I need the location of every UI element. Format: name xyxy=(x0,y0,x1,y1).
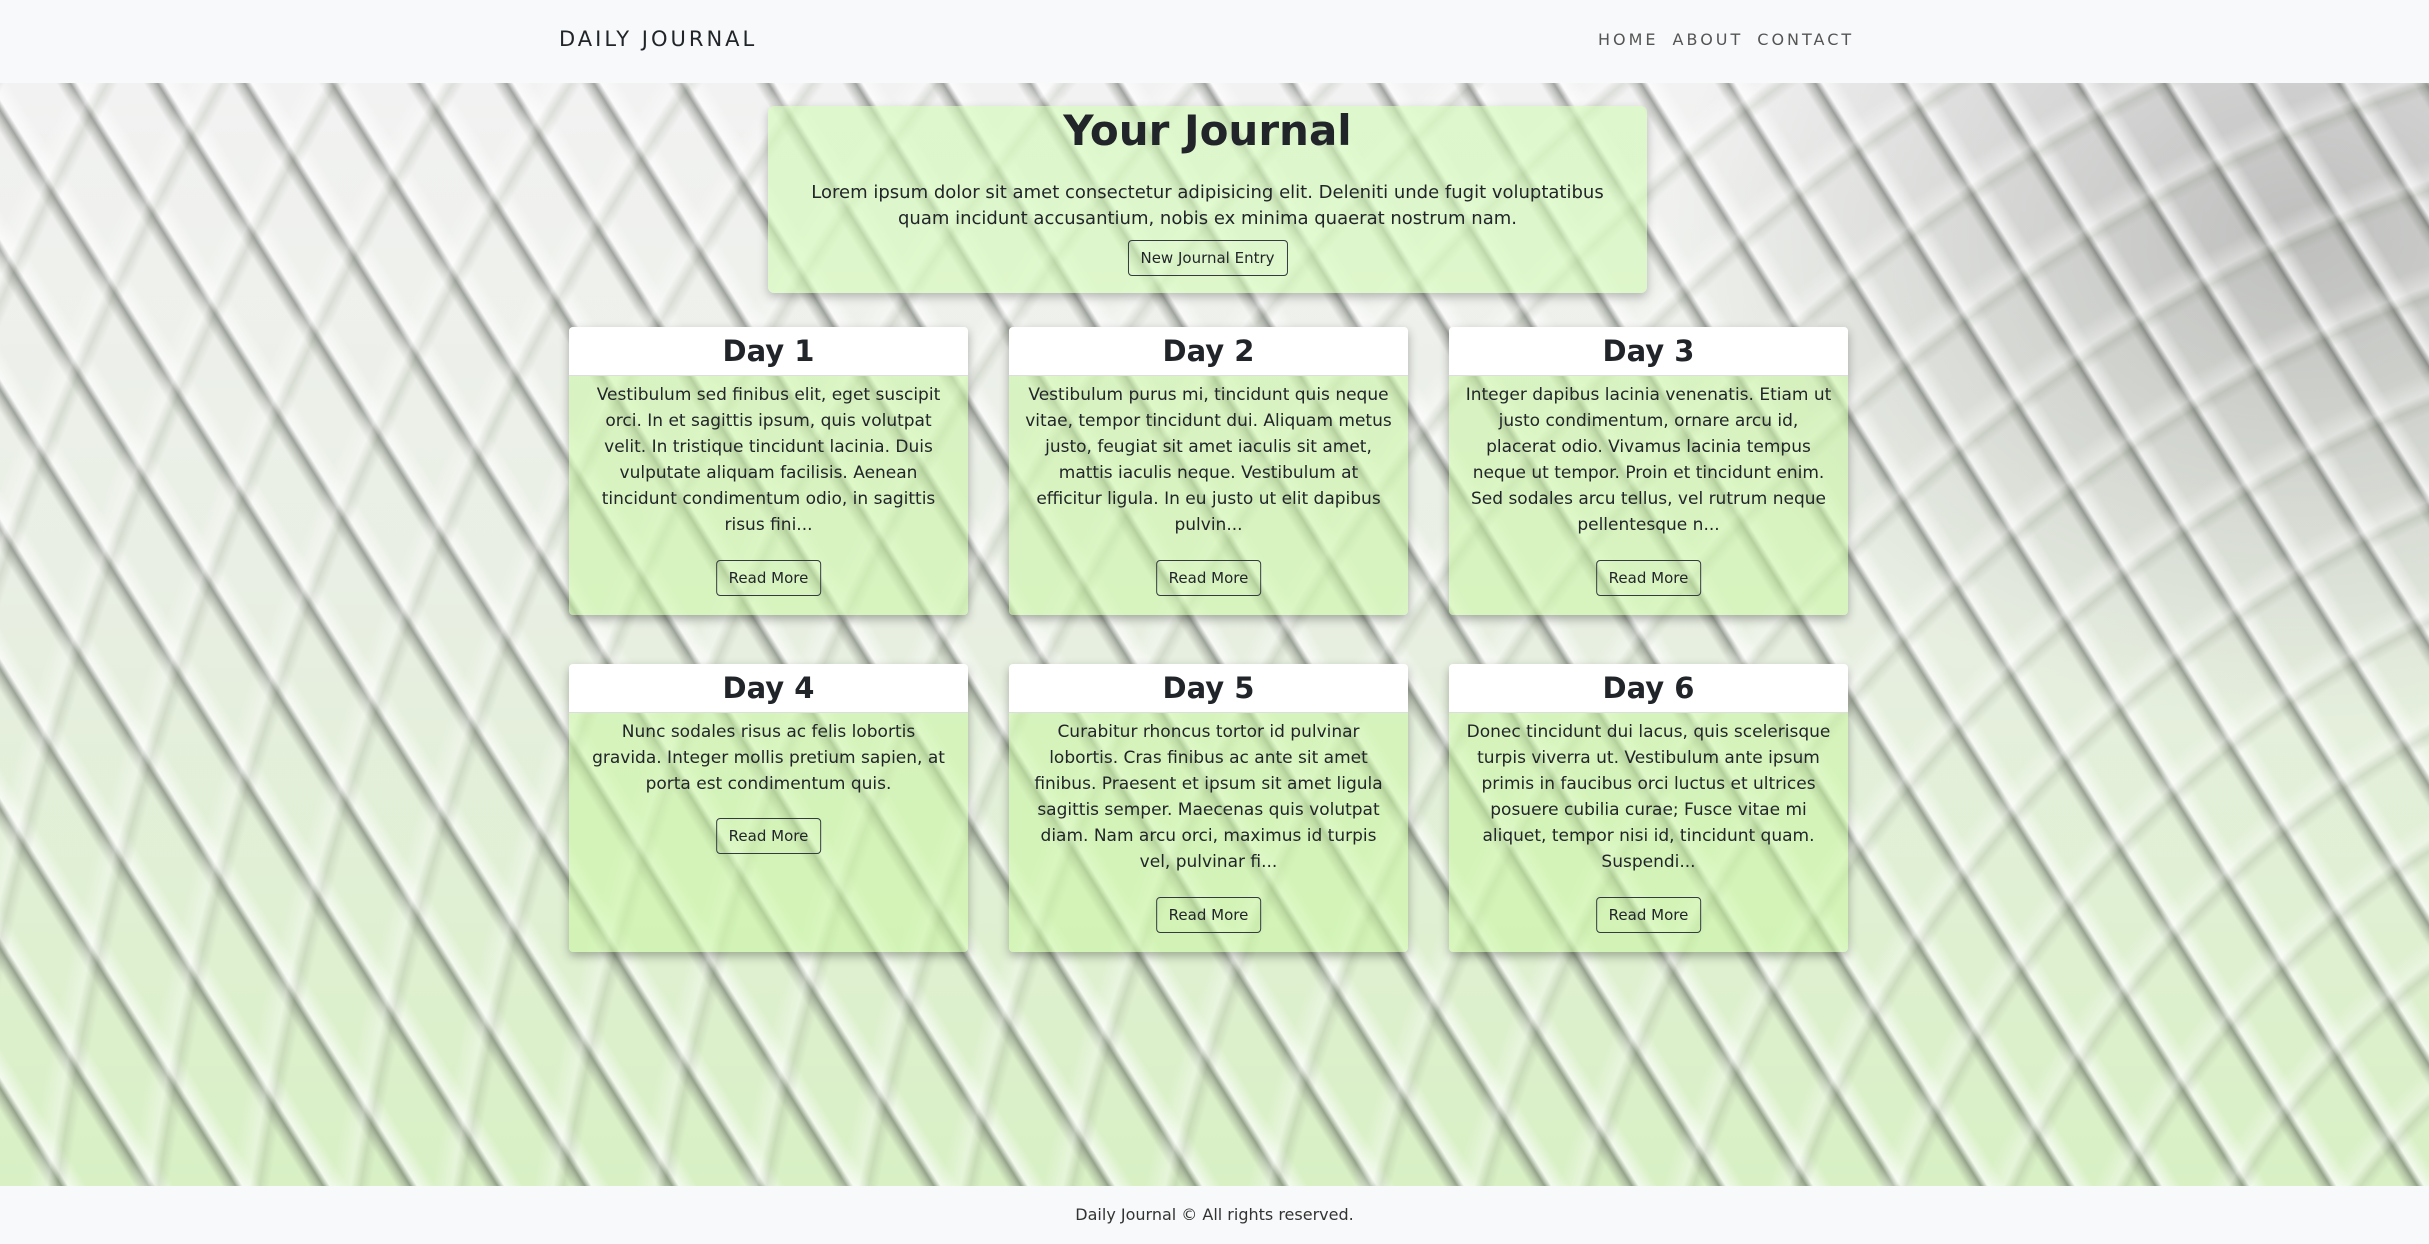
nav-links: HOME ABOUT CONTACT xyxy=(1598,30,1868,49)
card-excerpt: Integer dapibus lacinia venenatis. Etiam… xyxy=(1465,385,1832,535)
card-excerpt: Donec tincidunt dui lacus, quis sceleris… xyxy=(1466,722,1831,872)
card-title: Day 5 xyxy=(1162,671,1255,705)
card-excerpt: Vestibulum sed finibus elit, eget suscip… xyxy=(596,385,941,535)
journal-card-day-3: Day 3 Integer dapibus lacinia venenatis.… xyxy=(1449,327,1848,615)
navbar: DAILY JOURNAL HOME ABOUT CONTACT xyxy=(0,0,2429,83)
read-more-button[interactable]: Read More xyxy=(1595,560,1702,596)
read-more-button[interactable]: Read More xyxy=(1155,897,1262,933)
card-header: Day 3 xyxy=(1449,327,1848,376)
card-title: Day 3 xyxy=(1602,334,1695,368)
journal-card-day-4: Day 4 Nunc sodales risus ac felis lobort… xyxy=(569,664,968,952)
card-excerpt: Vestibulum purus mi, tincidunt quis nequ… xyxy=(1025,385,1392,535)
card-header: Day 6 xyxy=(1449,664,1848,713)
card-excerpt: Curabitur rhoncus tortor id pulvinar lob… xyxy=(1034,722,1383,872)
read-more-button[interactable]: Read More xyxy=(1155,560,1262,596)
footer-copyright: Daily Journal © All rights reserved. xyxy=(1075,1205,1354,1224)
card-title: Day 1 xyxy=(722,334,815,368)
journal-card-day-5: Day 5 Curabitur rhoncus tortor id pulvin… xyxy=(1009,664,1408,952)
card-title: Day 2 xyxy=(1162,334,1255,368)
journal-card-day-6: Day 6 Donec tincidunt dui lacus, quis sc… xyxy=(1449,664,1848,952)
read-more-button[interactable]: Read More xyxy=(1595,897,1702,933)
read-more-button[interactable]: Read More xyxy=(715,818,822,854)
card-header: Day 2 xyxy=(1009,327,1408,376)
journal-card-day-1: Day 1 Vestibulum sed finibus elit, eget … xyxy=(569,327,968,615)
nav-link-about[interactable]: ABOUT xyxy=(1673,30,1744,49)
nav-link-home[interactable]: HOME xyxy=(1598,30,1659,49)
new-journal-entry-button[interactable]: New Journal Entry xyxy=(1127,240,1288,276)
page-title: Your Journal xyxy=(1063,106,1352,155)
hero-panel: Your Journal Lorem ipsum dolor sit amet … xyxy=(768,106,1647,293)
journal-card-day-2: Day 2 Vestibulum purus mi, tincidunt qui… xyxy=(1009,327,1408,615)
hero-description: Lorem ipsum dolor sit amet consectetur a… xyxy=(811,182,1604,229)
card-header: Day 1 xyxy=(569,327,968,376)
nav-link-contact[interactable]: CONTACT xyxy=(1757,30,1854,49)
read-more-button[interactable]: Read More xyxy=(715,560,822,596)
card-excerpt: Nunc sodales risus ac felis lobortis gra… xyxy=(592,722,945,794)
brand-logo[interactable]: DAILY JOURNAL xyxy=(559,27,757,51)
card-title: Day 4 xyxy=(722,671,815,705)
card-header: Day 5 xyxy=(1009,664,1408,713)
card-header: Day 4 xyxy=(569,664,968,713)
card-title: Day 6 xyxy=(1602,671,1695,705)
footer: Daily Journal © All rights reserved. xyxy=(0,1186,2429,1244)
